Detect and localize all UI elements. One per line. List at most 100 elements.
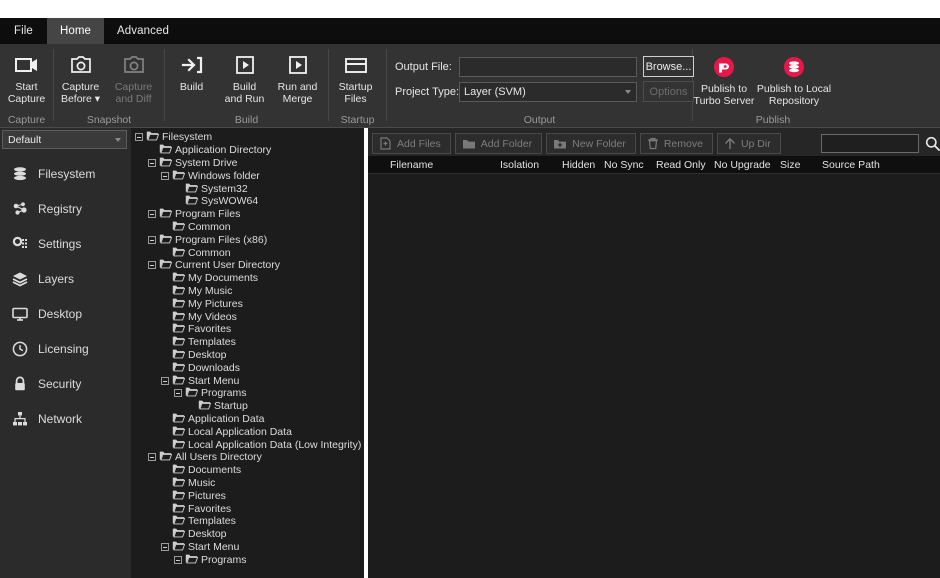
browse-button[interactable]: Browse... bbox=[643, 56, 694, 77]
sidebar-item-registry[interactable]: Registry bbox=[0, 191, 131, 226]
tree-collapse-toggle[interactable] bbox=[148, 261, 156, 270]
column-header-isolation[interactable]: Isolation bbox=[500, 159, 562, 171]
publish-to-local-repository-button[interactable]: Publish to Local Repository bbox=[755, 51, 833, 107]
folder-icon bbox=[159, 231, 173, 249]
sidebar-item-label: Layers bbox=[38, 271, 75, 286]
tree-collapse-toggle[interactable] bbox=[174, 389, 182, 398]
tree-collapse-toggle[interactable] bbox=[148, 235, 156, 244]
sidebar-item-licensing[interactable]: Licensing bbox=[0, 331, 131, 366]
column-header-size[interactable]: Size bbox=[780, 159, 822, 171]
output-file-input[interactable] bbox=[459, 56, 637, 77]
start-capture-button[interactable]: Start Capture bbox=[0, 49, 53, 105]
run-and-merge-button[interactable]: Run and Merge bbox=[271, 49, 324, 105]
tree-collapse-toggle[interactable] bbox=[148, 453, 156, 462]
build-and-run-button[interactable]: Build and Run bbox=[218, 49, 271, 105]
sidebar-item-layers[interactable]: Layers bbox=[0, 261, 131, 296]
sidebar-item-network[interactable]: Network bbox=[0, 401, 131, 436]
window-chrome-strip bbox=[0, 0, 940, 18]
tree-node[interactable]: Current User Directory bbox=[135, 259, 364, 272]
tree-collapse-toggle[interactable] bbox=[148, 158, 156, 167]
tree-collapse-toggle[interactable] bbox=[161, 376, 169, 385]
tree-node[interactable]: Desktop bbox=[135, 528, 364, 541]
tree-node[interactable]: Music bbox=[135, 477, 364, 490]
sidebar-item-desktop[interactable]: Desktop bbox=[0, 296, 131, 331]
tree-node[interactable]: Desktop bbox=[135, 349, 364, 362]
file-list-body[interactable] bbox=[368, 174, 940, 578]
play-square-icon bbox=[288, 52, 308, 78]
tree-node[interactable]: Programs bbox=[135, 387, 364, 400]
tree-collapse-toggle[interactable] bbox=[135, 133, 143, 142]
up-dir-button[interactable]: Up Dir bbox=[716, 133, 781, 154]
search-box[interactable] bbox=[820, 134, 919, 154]
build-button[interactable]: Build bbox=[165, 49, 218, 94]
new-folder-button[interactable]: New Folder bbox=[546, 133, 636, 154]
tree-node[interactable]: Program Files (x86) bbox=[135, 233, 364, 246]
database-stack-icon bbox=[783, 54, 805, 80]
column-header-source-path[interactable]: Source Path bbox=[822, 159, 912, 171]
tree-node[interactable]: Templates bbox=[135, 336, 364, 349]
remove-button[interactable]: Remove bbox=[639, 133, 713, 154]
capture-and-diff-button[interactable]: Capture and Diff bbox=[107, 49, 160, 105]
capture-before-button[interactable]: Capture Before ▾ bbox=[54, 49, 107, 105]
tree-node[interactable]: System32 bbox=[135, 182, 364, 195]
tree-node[interactable]: Downloads bbox=[135, 361, 364, 374]
folder-icon bbox=[146, 128, 160, 146]
ribbon-group-snapshot-label: Snapshot bbox=[86, 114, 132, 126]
tree-node[interactable]: Favorites bbox=[135, 502, 364, 515]
options-button[interactable]: Options bbox=[643, 81, 694, 102]
tree-collapse-toggle[interactable] bbox=[174, 555, 182, 564]
tree-node[interactable]: Local Application Data bbox=[135, 425, 364, 438]
sidebar-item-label: Desktop bbox=[38, 306, 83, 321]
tree-node[interactable]: Pictures bbox=[135, 489, 364, 502]
sidebar-item-filesystem[interactable]: Filesystem bbox=[0, 156, 131, 191]
tree-node-label: Templates bbox=[188, 515, 236, 528]
up-dir-label: Up Dir bbox=[740, 137, 771, 150]
tree-node-label: Application Directory bbox=[175, 144, 272, 157]
filesystem-tree-panel[interactable]: Filesystem Application Directory System Dr… bbox=[131, 128, 364, 578]
tree-node[interactable]: Startup bbox=[135, 400, 364, 413]
tree-node[interactable]: Start Menu bbox=[135, 374, 364, 387]
tab-home[interactable]: Home bbox=[46, 18, 105, 44]
tree-node[interactable]: My Videos bbox=[135, 310, 364, 323]
tree-node[interactable]: Favorites bbox=[135, 323, 364, 336]
startup-files-button[interactable]: Startup Files bbox=[329, 49, 382, 105]
column-header-hidden[interactable]: Hidden bbox=[562, 159, 604, 171]
column-header-no-upgrade[interactable]: No Upgrade bbox=[714, 159, 780, 171]
add-files-button[interactable]: Add Files bbox=[372, 133, 451, 154]
tree-node[interactable]: System Drive bbox=[135, 157, 364, 170]
monitor-icon bbox=[12, 306, 38, 322]
project-type-select[interactable]: Layer (SVM) bbox=[459, 81, 637, 102]
publish-to-turbo-server-button[interactable]: Publish to Turbo Server bbox=[693, 51, 755, 107]
ribbon-group-startup: Startup Files Startup bbox=[329, 44, 386, 128]
profile-selector[interactable]: Default bbox=[2, 130, 127, 149]
tree-collapse-toggle[interactable] bbox=[161, 171, 169, 180]
add-folder-button[interactable]: Add Folder bbox=[454, 133, 543, 154]
tab-advanced[interactable]: Advanced bbox=[104, 18, 182, 44]
tree-node[interactable]: Start Menu bbox=[135, 541, 364, 554]
sidebar-nav: Filesystem Registry Settings Layers Desktop L… bbox=[0, 156, 131, 436]
search-icon[interactable] bbox=[925, 136, 940, 151]
tree-node[interactable]: Application Data bbox=[135, 413, 364, 426]
tab-file[interactable]: File bbox=[0, 18, 47, 44]
tree-collapse-toggle[interactable] bbox=[148, 210, 156, 219]
column-header-read-only[interactable]: Read Only bbox=[656, 159, 714, 171]
browse-button-label: Browse... bbox=[645, 60, 692, 73]
tree-collapse-toggle[interactable] bbox=[161, 542, 169, 551]
sidebar-item-label: Licensing bbox=[38, 341, 89, 356]
layers-icon bbox=[12, 271, 38, 287]
turbo-studio-window: File Home Advanced Start Capture Capture… bbox=[0, 0, 940, 578]
column-header-filename[interactable]: Filename bbox=[390, 159, 500, 171]
tree-node[interactable]: My Pictures bbox=[135, 297, 364, 310]
search-input[interactable] bbox=[821, 136, 918, 154]
sidebar-item-security[interactable]: Security bbox=[0, 366, 131, 401]
tree-node-label: My Videos bbox=[188, 310, 237, 323]
tree-node-label: My Pictures bbox=[188, 297, 243, 310]
tree-node[interactable]: Templates bbox=[135, 515, 364, 528]
tree-node[interactable]: My Music bbox=[135, 285, 364, 298]
tree-node[interactable]: All Users Directory bbox=[135, 451, 364, 464]
column-header-no-sync[interactable]: No Sync bbox=[604, 159, 656, 171]
database-stack-icon bbox=[12, 166, 38, 182]
tree-node[interactable]: Program Files bbox=[135, 208, 364, 221]
sidebar-item-settings[interactable]: Settings bbox=[0, 226, 131, 261]
tree-node[interactable]: Programs bbox=[135, 553, 364, 566]
